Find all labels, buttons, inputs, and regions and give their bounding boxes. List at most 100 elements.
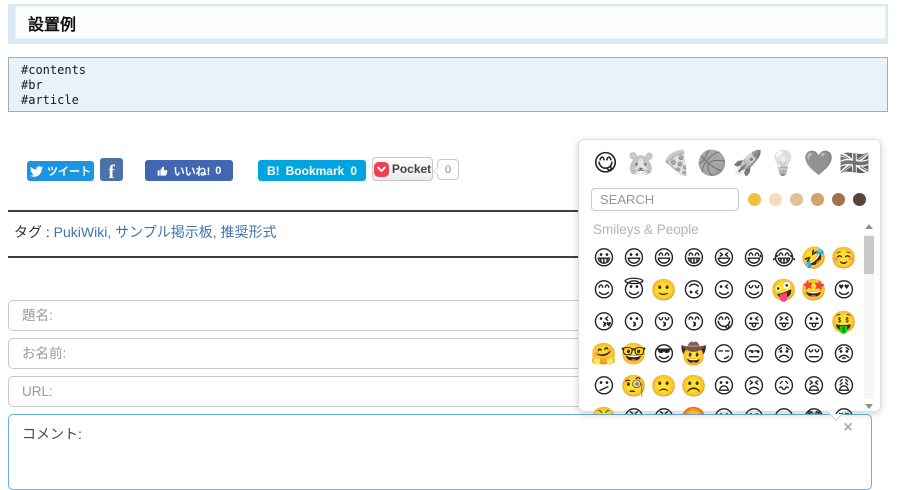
category-tab-activity[interactable]: 🏀 bbox=[696, 147, 729, 180]
twitter-bird-icon bbox=[30, 165, 43, 178]
scroll-down-icon[interactable] bbox=[863, 401, 875, 412]
tag-link[interactable]: PukiWiki bbox=[54, 224, 108, 240]
emoji[interactable]: ☹️ bbox=[679, 371, 709, 403]
emoji[interactable]: 😋 bbox=[709, 307, 739, 339]
pocket-icon bbox=[373, 161, 389, 177]
emoji[interactable]: 😠 bbox=[619, 403, 649, 414]
emoji[interactable]: 🙃 bbox=[679, 275, 709, 307]
emoji-picker-close-icon[interactable]: × bbox=[839, 419, 857, 437]
emoji-scrollbar bbox=[863, 221, 875, 412]
emoji[interactable]: 😳 bbox=[799, 403, 829, 414]
emoji[interactable]: ☺️ bbox=[829, 243, 859, 275]
emoji[interactable]: 😗 bbox=[619, 307, 649, 339]
emoji[interactable]: 😊 bbox=[589, 275, 619, 307]
emoji[interactable]: 😇 bbox=[619, 275, 649, 307]
tag-link[interactable]: 推奨形式 bbox=[221, 224, 277, 240]
emoji[interactable]: 😕 bbox=[589, 371, 619, 403]
hatena-bookmark-button[interactable]: B! Bookmark 0 bbox=[258, 160, 366, 181]
skin-tone[interactable] bbox=[790, 192, 803, 206]
emoji-picker: 😋🐹🍕🏀🚀💡❤️🇬🇧 Smileys & People 😀😃😄😁😆😅😂🤣☺️😊😇… bbox=[578, 139, 881, 421]
tag-separator: , bbox=[212, 224, 221, 240]
emoji[interactable]: 😁 bbox=[679, 243, 709, 275]
skin-tone[interactable] bbox=[832, 192, 845, 206]
emoji[interactable]: 😄 bbox=[649, 243, 679, 275]
emoji[interactable]: 😶 bbox=[709, 403, 739, 414]
emoji[interactable]: 😅 bbox=[739, 243, 769, 275]
emoji[interactable]: 😃 bbox=[619, 243, 649, 275]
tag-item: サンプル掲示板, bbox=[115, 224, 220, 240]
skin-tone[interactable] bbox=[769, 192, 782, 206]
emoji[interactable]: 😣 bbox=[739, 371, 769, 403]
category-tab-food-drink[interactable]: 🍕 bbox=[660, 147, 693, 180]
skin-tone[interactable] bbox=[853, 192, 866, 206]
emoji[interactable]: 😩 bbox=[829, 371, 859, 403]
category-tab-symbols[interactable]: ❤️ bbox=[802, 147, 835, 180]
emoji[interactable]: 🧐 bbox=[619, 371, 649, 403]
tag-link[interactable]: サンプル掲示板 bbox=[115, 224, 213, 240]
emoji[interactable]: 😏 bbox=[709, 339, 739, 371]
emoji[interactable]: 😂 bbox=[769, 243, 799, 275]
emoji[interactable]: 😖 bbox=[769, 371, 799, 403]
emoji[interactable]: 😡 bbox=[649, 403, 679, 414]
scrollbar-thumb[interactable] bbox=[864, 236, 874, 274]
emoji[interactable]: 😞 bbox=[769, 339, 799, 371]
emoji[interactable]: 😛 bbox=[799, 307, 829, 339]
emoji[interactable]: 😌 bbox=[739, 275, 769, 307]
category-tab-smileys-people[interactable]: 😋 bbox=[589, 147, 622, 180]
emoji[interactable]: 😑 bbox=[769, 403, 799, 414]
emoji[interactable]: 🤠 bbox=[679, 339, 709, 371]
pocket-button-label: Pocket bbox=[391, 162, 432, 176]
code-line: #contents bbox=[21, 63, 87, 77]
emoji[interactable]: 🤣 bbox=[799, 243, 829, 275]
emoji[interactable]: 😟 bbox=[829, 339, 859, 371]
emoji[interactable]: 🙂 bbox=[649, 275, 679, 307]
emoji[interactable]: 🤪 bbox=[769, 275, 799, 307]
emoji[interactable]: 🤗 bbox=[589, 339, 619, 371]
emoji[interactable]: 😦 bbox=[709, 371, 739, 403]
tweet-button[interactable]: ツイート bbox=[27, 161, 94, 181]
tag-item: 推奨形式, bbox=[221, 224, 277, 240]
skin-tone[interactable] bbox=[748, 192, 761, 206]
skin-tone[interactable] bbox=[811, 192, 824, 206]
tag-item: PukiWiki, bbox=[54, 224, 115, 240]
emoji[interactable]: 😐 bbox=[739, 403, 769, 414]
tags-label: タグ : bbox=[14, 224, 50, 240]
category-tab-animals-nature[interactable]: 🐹 bbox=[625, 147, 658, 180]
emoji[interactable]: 🤬 bbox=[679, 403, 709, 414]
emoji[interactable]: 😫 bbox=[799, 371, 829, 403]
emoji[interactable]: 😉 bbox=[709, 275, 739, 307]
emoji[interactable]: 😒 bbox=[739, 339, 769, 371]
emoji[interactable]: 🤑 bbox=[829, 307, 859, 339]
hatena-b-icon: B! bbox=[266, 163, 280, 178]
tag-separator: , bbox=[107, 224, 116, 240]
scroll-up-icon[interactable] bbox=[863, 221, 875, 232]
facebook-button[interactable]: f bbox=[100, 158, 123, 181]
emoji[interactable]: 😎 bbox=[649, 339, 679, 371]
emoji[interactable]: 🙁 bbox=[649, 371, 679, 403]
pocket-button[interactable]: Pocket bbox=[372, 157, 433, 181]
pocket-count-bubble[interactable]: 0 bbox=[433, 159, 459, 180]
emoji[interactable]: 😝 bbox=[769, 307, 799, 339]
emoji[interactable]: 😚 bbox=[649, 307, 679, 339]
emoji[interactable]: 🤓 bbox=[619, 339, 649, 371]
category-tab-flags[interactable]: 🇬🇧 bbox=[838, 147, 871, 180]
emoji[interactable]: 😜 bbox=[739, 307, 769, 339]
emoji[interactable]: 😍 bbox=[829, 275, 859, 307]
emoji[interactable]: 🤩 bbox=[799, 275, 829, 307]
category-tab-objects[interactable]: 💡 bbox=[767, 147, 800, 180]
emoji[interactable]: 😔 bbox=[799, 339, 829, 371]
emoji-search-input[interactable] bbox=[591, 187, 739, 211]
tweet-button-label: ツイート bbox=[47, 166, 91, 178]
like-count: 0 bbox=[215, 164, 222, 177]
emoji[interactable]: 😆 bbox=[709, 243, 739, 275]
emoji[interactable]: 😘 bbox=[589, 307, 619, 339]
facebook-like-button[interactable]: いいね! 0 bbox=[145, 160, 233, 181]
emoji[interactable]: 😵 bbox=[829, 403, 859, 414]
hatena-button-label: Bookmark bbox=[285, 163, 345, 178]
emoji[interactable]: 😙 bbox=[679, 307, 709, 339]
category-tab-travel-places[interactable]: 🚀 bbox=[731, 147, 764, 180]
emoji-section-title: Smileys & People bbox=[593, 222, 699, 237]
comment-textarea[interactable] bbox=[8, 414, 872, 490]
emoji[interactable]: 😀 bbox=[589, 243, 619, 275]
emoji[interactable]: 😤 bbox=[589, 403, 619, 414]
